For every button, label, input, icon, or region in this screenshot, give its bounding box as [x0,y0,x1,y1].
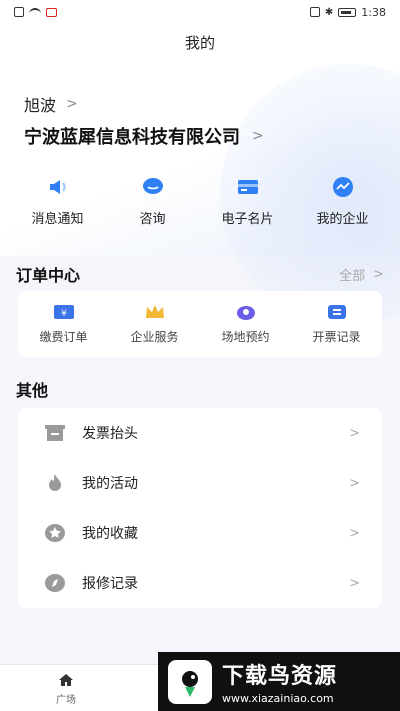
bird-logo-icon [168,659,212,704]
quick-action-label: 咨询 [139,212,166,227]
chevron-right-icon: > [349,575,360,591]
page-title: 我的 [184,34,215,52]
order-item-label: 开票记录 [312,330,361,344]
chevron-right-icon: > [349,425,360,441]
chevron-right-icon: > [349,475,360,491]
chevron-right-icon: > [349,525,360,541]
order-center-header: 订单中心 全部 > [16,262,384,286]
section-title: 订单中心 [16,266,81,285]
section-title: 其他 [16,381,49,400]
sim-icon [14,7,24,17]
tab-plaza[interactable]: 广场 [46,673,86,706]
compass-icon [44,572,66,594]
flame-icon [44,472,66,494]
other-item-label: 我的活动 [82,476,138,492]
quick-action-label: 消息通知 [31,212,84,227]
status-bar: ✱ 1:38 [0,0,400,24]
home-icon [59,674,73,686]
order-item-label: 缴费订单 [39,330,88,344]
other-item-label: 发票抬头 [82,426,138,442]
order-item-label: 企业服务 [130,330,179,344]
quick-action-label: 我的企业 [316,212,369,227]
crown-icon [145,305,164,318]
quick-action-my-enterprise[interactable]: 我的企业 [297,176,389,227]
quick-action-business-card[interactable]: 电子名片 [202,176,294,227]
receipt-icon [327,305,346,319]
other-item-label: 报修记录 [82,576,138,592]
chevron-right-icon: > [66,96,78,112]
enterprise-icon [332,176,354,198]
bluetooth-icon: ✱ [324,6,334,18]
other-item-label: 我的收藏 [82,526,138,542]
other-card: 发票抬头 > 我的活动 > 我的收藏 > 报修记录 > [18,408,382,608]
quick-actions: 消息通知 咨询 电子名片 我的企业 [10,176,390,227]
nfc-icon [309,7,320,17]
user-name: 旭波 [24,96,57,115]
quick-action-notifications[interactable]: 消息通知 [12,176,104,227]
yen-icon: ¥ [53,305,74,319]
order-item-payment[interactable]: ¥ 缴费订单 [20,303,108,345]
speaker-icon [47,176,69,198]
chat-icon [142,176,164,198]
battery-icon [338,7,357,17]
invoice-icon [44,422,66,444]
view-all-label: 全部 [339,268,366,284]
company-name: 宁波蓝犀信息科技有限公司 [24,127,240,148]
star-icon [44,522,66,544]
card-icon [237,176,259,198]
order-item-enterprise-service[interactable]: 企业服务 [111,303,199,345]
wifi-icon [29,7,41,17]
other-item-repair-records[interactable]: 报修记录 > [18,558,382,608]
order-item-invoice-records[interactable]: 开票记录 [293,303,381,345]
other-item-my-activities[interactable]: 我的活动 > [18,458,382,508]
watermark-title: 下载鸟资源 [222,664,338,689]
quick-action-label: 电子名片 [221,212,274,227]
other-item-invoice-title[interactable]: 发票抬头 > [18,408,382,458]
user-name-row[interactable]: 旭波 > [24,92,78,116]
other-header: 其他 [16,377,384,401]
quick-action-consult[interactable]: 咨询 [107,176,199,227]
watermark-url: www.xiazainiao.com [222,692,334,705]
location-icon [236,306,255,320]
chevron-right-icon: > [252,128,264,144]
order-item-label: 场地预约 [221,330,270,344]
order-center-card: ¥ 缴费订单 企业服务 场地预约 开票记录 [18,291,382,357]
tab-label: 广场 [56,695,76,706]
status-time: 1:38 [361,5,386,19]
notification-icon [46,7,57,17]
chevron-right-icon: > [373,266,384,282]
view-all-orders-link[interactable]: 全部 > [339,265,384,284]
other-item-my-favorites[interactable]: 我的收藏 > [18,508,382,558]
company-row[interactable]: 宁波蓝犀信息科技有限公司 > [24,123,264,149]
order-item-venue-booking[interactable]: 场地预约 [202,303,290,345]
watermark-banner: 下载鸟资源 www.xiazainiao.com [158,652,400,711]
svg-text:¥: ¥ [61,309,67,319]
